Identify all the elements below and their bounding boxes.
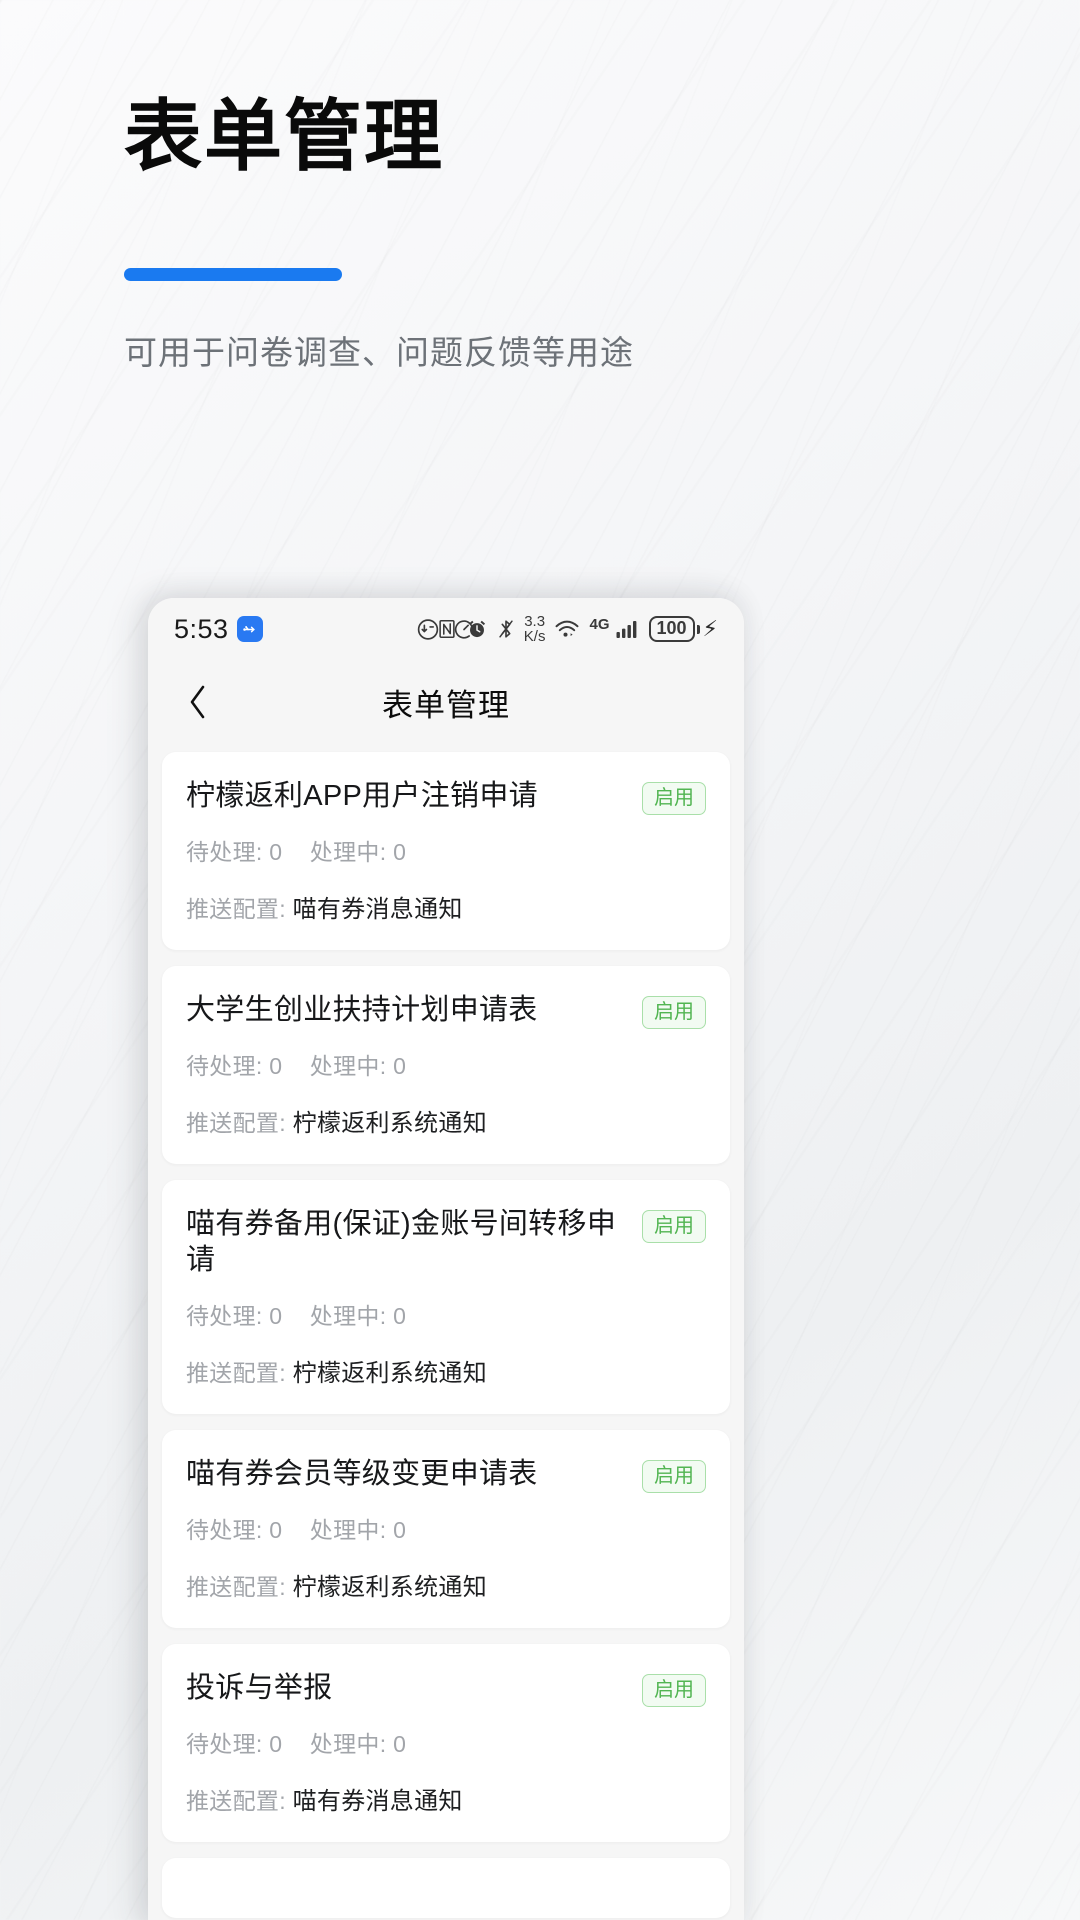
- page-subtitle: 可用于问卷调查、问题反馈等用途: [124, 334, 634, 371]
- pending-label: 待处理:: [186, 1302, 263, 1329]
- form-push-config: 推送配置: 柠檬返利系统通知: [186, 1353, 706, 1388]
- processing-value: 0: [393, 1302, 407, 1329]
- list-item[interactable]: 大学生创业扶持计划申请表 启用 待处理: 0 处理中: 0 推送配置: 柠檬返利…: [162, 966, 730, 1164]
- card-header: 大学生创业扶持计划申请表 启用: [186, 992, 706, 1029]
- processing-value: 0: [393, 839, 407, 865]
- form-counts: 待处理: 0 处理中: 0: [186, 1511, 706, 1545]
- push-config-label: 推送配置:: [186, 1359, 286, 1386]
- list-item[interactable]: 柠檬返利APP用户注销申请 启用 待处理: 0 处理中: 0 推送配置: 喵有券…: [162, 752, 730, 950]
- form-counts: 待处理: 0 处理中: 0: [186, 1725, 706, 1759]
- status-badge: 启用: [642, 1210, 706, 1243]
- form-list[interactable]: 柠檬返利APP用户注销申请 启用 待处理: 0 处理中: 0 推送配置: 喵有券…: [148, 744, 744, 1920]
- form-counts: 待处理: 0 处理中: 0: [186, 833, 706, 867]
- push-config-label: 推送配置:: [186, 896, 286, 922]
- network-speed-unit: K/s: [523, 628, 546, 645]
- processing-label: 处理中:: [309, 1053, 387, 1079]
- battery-level: 100: [648, 616, 695, 642]
- processing-value: 0: [393, 1730, 407, 1757]
- processing-label: 处理中:: [309, 839, 387, 865]
- push-config-label: 推送配置:: [186, 1573, 286, 1600]
- push-config-value: 喵有券消息通知: [292, 896, 463, 923]
- list-item[interactable]: 喵有券备用(保证)金账号间转移申请 启用 待处理: 0 处理中: 0 推送配置:…: [162, 1180, 730, 1414]
- push-config-value: 柠檬返利系统通知: [292, 1110, 487, 1137]
- page-title: 表单管理: [124, 92, 445, 180]
- processing-value: 0: [393, 1516, 407, 1543]
- pending-value: 0: [269, 839, 283, 865]
- processing-value: 0: [393, 1053, 407, 1079]
- form-title: 大学生创业扶持计划申请表: [186, 994, 538, 1026]
- processing-label: 处理中:: [309, 1516, 387, 1543]
- list-item[interactable]: 投诉与举报 启用 待处理: 0 处理中: 0 推送配置: 喵有券消息通知: [162, 1643, 730, 1842]
- push-config-value: 柠檬返利系统通知: [292, 1573, 487, 1601]
- wifi-icon: [554, 618, 580, 640]
- app-title: 表单管理: [382, 687, 510, 723]
- processing-label: 处理中:: [309, 1730, 387, 1757]
- data-saver-icon: [416, 617, 441, 642]
- pending-label: 待处理:: [186, 839, 263, 865]
- phone-mockup: 5:53 3.3 K/s 4G 100 ⚡ 表单管理 柠檬返利APP用户注销申请…: [148, 598, 744, 1920]
- network-speed-indicator: 3.3 K/s: [524, 614, 546, 644]
- card-header: 投诉与举报 启用: [186, 1670, 706, 1707]
- chevron-left-icon: [190, 685, 205, 719]
- pending-value: 0: [269, 1730, 283, 1757]
- push-config-label: 推送配置:: [186, 1787, 286, 1814]
- form-push-config: 推送配置: 喵有券消息通知: [186, 1781, 706, 1816]
- status-badge: 启用: [642, 1673, 706, 1707]
- status-badge: 启用: [642, 1459, 706, 1493]
- status-bar-left: 5:53: [174, 614, 263, 645]
- pending-label: 待处理:: [186, 1730, 263, 1757]
- card-header: 柠檬返利APP用户注销申请 启用: [186, 778, 706, 815]
- status-bar-right-icons: 3.3 K/s 4G 100 ⚡: [437, 614, 718, 644]
- form-push-config: 推送配置: 柠檬返利系统通知: [186, 1567, 706, 1602]
- form-push-config: 推送配置: 喵有券消息通知: [186, 889, 706, 924]
- pending-value: 0: [269, 1516, 283, 1543]
- status-badge: 启用: [642, 996, 706, 1029]
- speedometer-icon: [452, 617, 477, 642]
- app-nav-bar: 表单管理: [148, 660, 744, 744]
- battery-tip: [696, 624, 700, 634]
- pending-value: 0: [269, 1302, 283, 1329]
- push-config-value: 喵有券消息通知: [292, 1787, 463, 1815]
- lightning-bolt-icon: ⚡: [702, 616, 718, 641]
- bluetooth-icon: [497, 618, 515, 640]
- processing-label: 处理中:: [309, 1302, 387, 1329]
- list-item[interactable]: 喵有券会员等级变更申请表 启用 待处理: 0 处理中: 0 推送配置: 柠檬返利…: [162, 1429, 730, 1628]
- form-counts: 待处理: 0 处理中: 0: [186, 1047, 706, 1081]
- form-title: 投诉与举报: [186, 1671, 333, 1704]
- card-header: 喵有券会员等级变更申请表 启用: [186, 1456, 706, 1493]
- form-title: 柠檬返利APP用户注销申请: [186, 780, 538, 812]
- mobile-network-label: 4G: [589, 616, 610, 633]
- title-underline-accent: [124, 268, 342, 281]
- push-config-value: 柠檬返利系统通知: [292, 1359, 487, 1387]
- status-badge: 启用: [642, 782, 706, 815]
- push-config-label: 推送配置:: [186, 1110, 286, 1136]
- usb-icon: [236, 616, 263, 642]
- form-title: 喵有券会员等级变更申请表: [186, 1457, 538, 1490]
- form-push-config: 推送配置: 柠檬返利系统通知: [186, 1103, 706, 1138]
- card-header: 喵有券备用(保证)金账号间转移申请 启用: [186, 1206, 706, 1279]
- pending-value: 0: [269, 1053, 283, 1079]
- form-counts: 待处理: 0 处理中: 0: [186, 1297, 706, 1331]
- status-time: 5:53: [174, 613, 229, 644]
- list-item-partial[interactable]: [162, 1857, 730, 1918]
- pending-label: 待处理:: [186, 1516, 263, 1543]
- status-bar: 5:53 3.3 K/s 4G 100 ⚡: [148, 598, 744, 660]
- signal-bars-icon: [616, 619, 640, 639]
- battery-indicator: 100 ⚡: [648, 616, 718, 642]
- status-bar-center-icons: [416, 617, 477, 642]
- back-button[interactable]: [174, 678, 222, 726]
- form-title: 喵有券备用(保证)金账号间转移申请: [186, 1208, 617, 1277]
- pending-label: 待处理:: [186, 1053, 263, 1079]
